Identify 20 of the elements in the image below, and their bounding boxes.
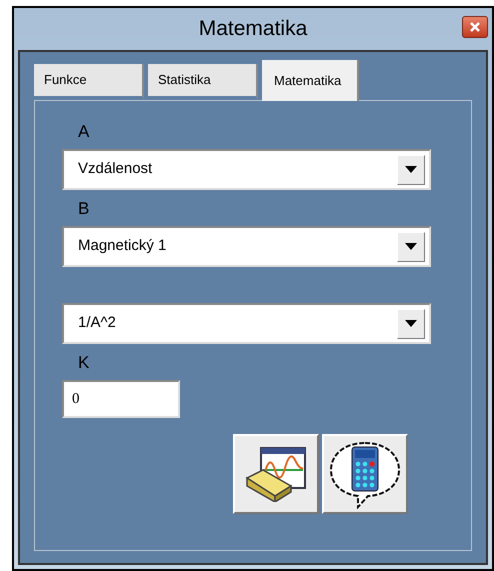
field-label: A [78,121,90,144]
caret-icon [405,166,417,173]
close-button[interactable] [462,16,488,38]
field-label: K [78,352,90,374]
tab[interactable]: Statistika [148,64,258,100]
caret-icon [405,320,417,327]
eraser-chart-icon [245,446,307,502]
calculator-bubble-icon [328,439,402,509]
tab[interactable]: Funkce [34,64,144,100]
dropdown[interactable]: 1/A^2 [62,303,431,344]
input-field[interactable]: 0 [62,380,180,418]
close-icon [469,21,481,33]
calculate-button[interactable] [322,434,408,514]
clear-graph-button[interactable] [233,434,319,514]
dropdown[interactable]: Vzdálenost [62,149,431,190]
tab[interactable]: Matematika [262,60,359,101]
field-label: B [78,198,90,220]
caret-icon [405,243,417,250]
window-title: Matematika [198,16,308,42]
dropdown[interactable]: Magnetický 1 [62,226,431,267]
